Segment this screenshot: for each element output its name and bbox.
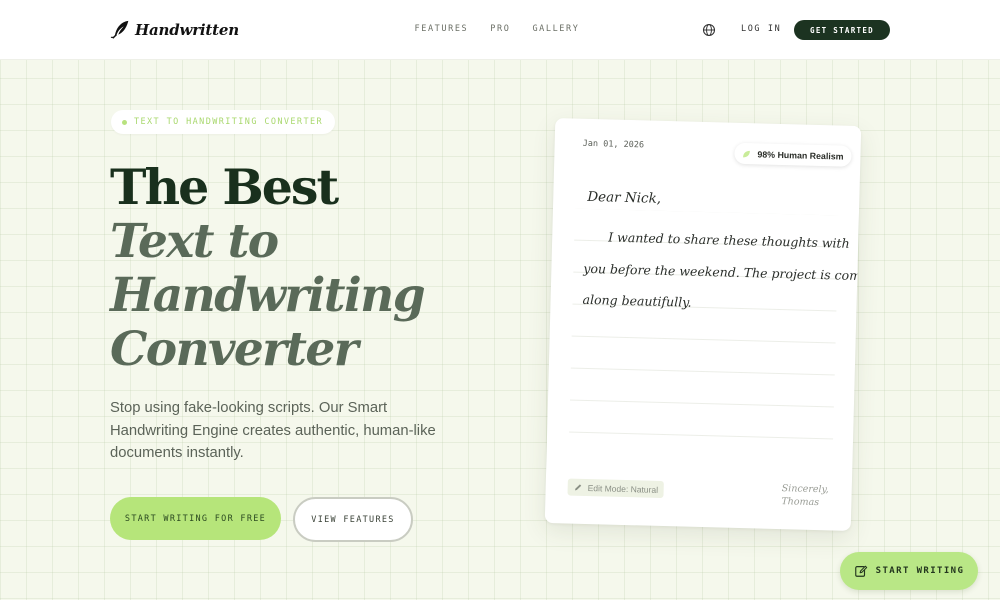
globe-icon[interactable] <box>702 23 716 37</box>
floating-start-writing-button[interactable]: START WRITING <box>840 552 978 590</box>
hero-title-line-3: Handwriting <box>110 268 426 323</box>
eyebrow-text: TEXT TO HANDWRITING CONVERTER <box>134 117 324 127</box>
signature-name: Thomas <box>781 496 820 509</box>
get-started-button[interactable]: GET STARTED <box>794 20 890 40</box>
realism-text: 98% Human Realism <box>757 148 844 162</box>
view-features-button[interactable]: VIEW FEATURES <box>293 497 413 542</box>
handwriting-preview-card: Jan 01, 2026 98% Human Realism Dear Nick… <box>544 118 862 531</box>
note-date: Jan 01, 2026 <box>582 138 645 151</box>
nav-link-features[interactable]: FEATURES <box>415 24 469 34</box>
note-signature: Sincerely, Thomas <box>781 482 852 510</box>
hero-title-line-1: The Best <box>110 158 339 216</box>
hero-title-line-4: Converter <box>110 322 358 377</box>
nav-link-gallery[interactable]: GALLERY <box>532 24 579 34</box>
edit-mode-tag[interactable]: Edit Mode: Natural <box>567 478 665 499</box>
edit-mode-text: Edit Mode: Natural <box>587 482 659 495</box>
nav-link-pro[interactable]: PRO <box>490 24 510 34</box>
badge-dot-icon <box>122 119 127 125</box>
hero-title-line-2: Text to <box>110 214 279 269</box>
edit-icon <box>854 565 867 577</box>
top-navigation: Handwritten FEATURES PRO GALLERY LOG IN … <box>0 0 1000 60</box>
realism-badge: 98% Human Realism <box>734 142 852 167</box>
note-line-3: along beautifully. <box>582 291 692 310</box>
start-writing-free-button[interactable]: START WRITING FOR FREE <box>110 497 281 540</box>
hero-eyebrow-badge: TEXT TO HANDWRITING CONVERTER <box>111 110 336 134</box>
login-link[interactable]: LOG IN <box>741 24 781 34</box>
floating-button-label: START WRITING <box>875 566 965 576</box>
pencil-icon <box>574 484 582 491</box>
hero-subtitle: Stop using fake-looking scripts. Our Sma… <box>110 400 436 461</box>
leaf-icon <box>743 150 750 157</box>
note-greeting: Dear Nick, <box>587 188 662 207</box>
